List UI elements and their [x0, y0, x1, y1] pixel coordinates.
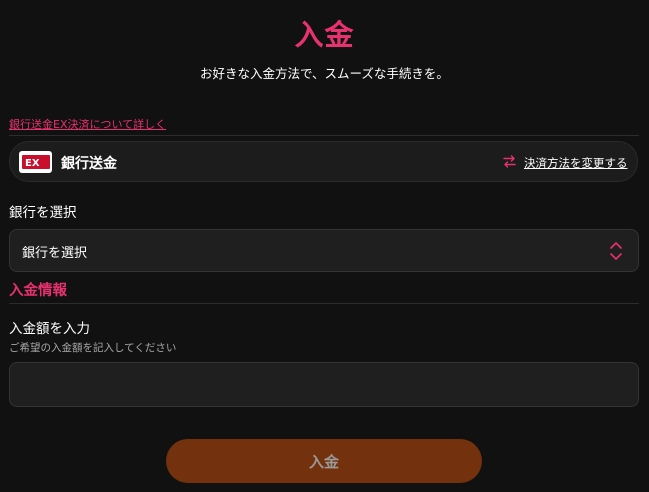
page-title: 入金: [294, 18, 355, 52]
deposit-info-heading: 入金情報: [9, 283, 67, 299]
divider: [9, 303, 639, 304]
deposit-page: 入金 お好きな入金方法で、スムーズな手続きを。 銀行送金EX決済について詳しく …: [0, 0, 649, 492]
svg-text:EX: EX: [25, 158, 40, 169]
swap-arrows-icon[interactable]: [502, 154, 517, 169]
amount-input[interactable]: [9, 362, 639, 407]
amount-label: 入金額を入力: [9, 321, 90, 337]
bank-select-label: 銀行を選択: [9, 205, 77, 221]
change-method-link[interactable]: 決済方法を変更する: [524, 155, 628, 171]
ex-logo-icon: EX: [19, 151, 52, 173]
bank-select[interactable]: 銀行を選択: [9, 229, 639, 272]
method-details-link[interactable]: 銀行送金EX決済について詳しく: [9, 116, 166, 132]
page-subtitle: お好きな入金方法で、スムーズな手続きを。: [200, 66, 449, 81]
divider: [9, 135, 639, 136]
deposit-submit-button[interactable]: 入金: [166, 439, 482, 483]
chevron-up-down-icon: [608, 240, 624, 262]
payment-method-card: EX 銀行送金 決済方法を変更する: [9, 141, 638, 182]
amount-hint: ご希望の入金額を記入してください: [9, 342, 177, 354]
bank-select-value: 銀行を選択: [22, 246, 88, 261]
payment-method-name: 銀行送金: [61, 156, 117, 172]
